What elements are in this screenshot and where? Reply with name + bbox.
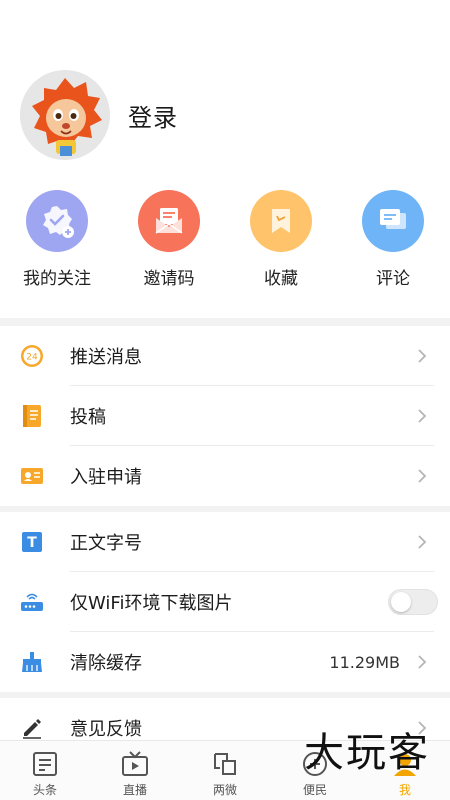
status-bar	[0, 0, 450, 30]
invite-envelope-icon	[138, 190, 200, 252]
section-separator	[0, 318, 450, 326]
invite-code-button[interactable]: 邀请码	[124, 190, 214, 289]
push-message-label: 推送消息	[70, 347, 142, 368]
broom-icon	[20, 650, 44, 674]
push-24-icon: 24	[20, 344, 44, 368]
nav-two-micro-label: 两微	[212, 783, 237, 797]
login-label[interactable]: 登录	[128, 98, 178, 133]
nav-headline[interactable]: 头条	[0, 741, 90, 800]
chevron-right-icon	[418, 349, 427, 363]
notebook-icon	[20, 404, 44, 428]
headline-icon	[33, 752, 57, 776]
nav-live[interactable]: 直播	[90, 741, 180, 800]
comments-button[interactable]: 评论	[348, 190, 438, 289]
two-micro-icon	[214, 753, 236, 775]
toggle-knob	[391, 592, 411, 612]
wifi-only-toggle[interactable]	[388, 589, 438, 615]
favorites-label: 收藏	[264, 269, 298, 289]
wifi-only-row: 仅WiFi环境下载图片	[0, 572, 450, 632]
nav-two-micro[interactable]: 两微	[180, 741, 270, 800]
text-t-icon: T	[20, 530, 44, 554]
profile-header[interactable]: 登录	[20, 70, 178, 160]
svg-text:T: T	[27, 535, 37, 551]
clear-cache-label: 清除缓存	[70, 653, 142, 674]
bookmark-icon	[250, 190, 312, 252]
invite-code-label: 邀请码	[143, 269, 195, 289]
wifi-only-label: 仅WiFi环境下载图片	[70, 593, 233, 614]
nav-live-label: 直播	[122, 783, 147, 797]
router-icon	[20, 590, 44, 614]
font-size-label: 正文字号	[70, 533, 142, 554]
join-apply-label: 入驻申请	[70, 467, 142, 488]
svg-text:24: 24	[26, 353, 38, 363]
submit-article-label: 投稿	[70, 407, 106, 428]
quick-actions: 我的关注 邀请码 收藏 评论	[0, 190, 450, 289]
nav-service-label: 便民	[302, 783, 327, 797]
chevron-right-icon	[418, 409, 427, 423]
font-size-row[interactable]: T 正文字号	[0, 512, 450, 572]
tv-icon	[122, 751, 148, 776]
pencil-icon	[20, 716, 44, 740]
id-card-icon	[20, 464, 44, 488]
follow-badge-icon	[26, 190, 88, 252]
push-message-row[interactable]: 24 推送消息	[0, 326, 450, 386]
comments-label: 评论	[376, 269, 410, 289]
submit-article-row[interactable]: 投稿	[0, 386, 450, 446]
avatar[interactable]	[20, 70, 110, 160]
clear-cache-row[interactable]: 清除缓存 11.29MB	[0, 632, 450, 692]
nav-me-label: 我	[398, 783, 411, 797]
my-follow-label: 我的关注	[23, 269, 91, 289]
favorites-button[interactable]: 收藏	[236, 190, 326, 289]
cache-size-value: 11.29MB	[329, 652, 400, 672]
my-follow-button[interactable]: 我的关注	[12, 190, 102, 289]
chevron-right-icon	[418, 535, 427, 549]
lion-mascot-icon	[20, 70, 110, 160]
nav-headline-label: 头条	[32, 783, 57, 797]
watermark: 大玩客	[304, 730, 430, 776]
feedback-label: 意见反馈	[70, 719, 142, 740]
chevron-right-icon	[418, 655, 427, 669]
comment-icon	[362, 190, 424, 252]
chevron-right-icon	[418, 469, 427, 483]
join-apply-row[interactable]: 入驻申请	[0, 446, 450, 506]
